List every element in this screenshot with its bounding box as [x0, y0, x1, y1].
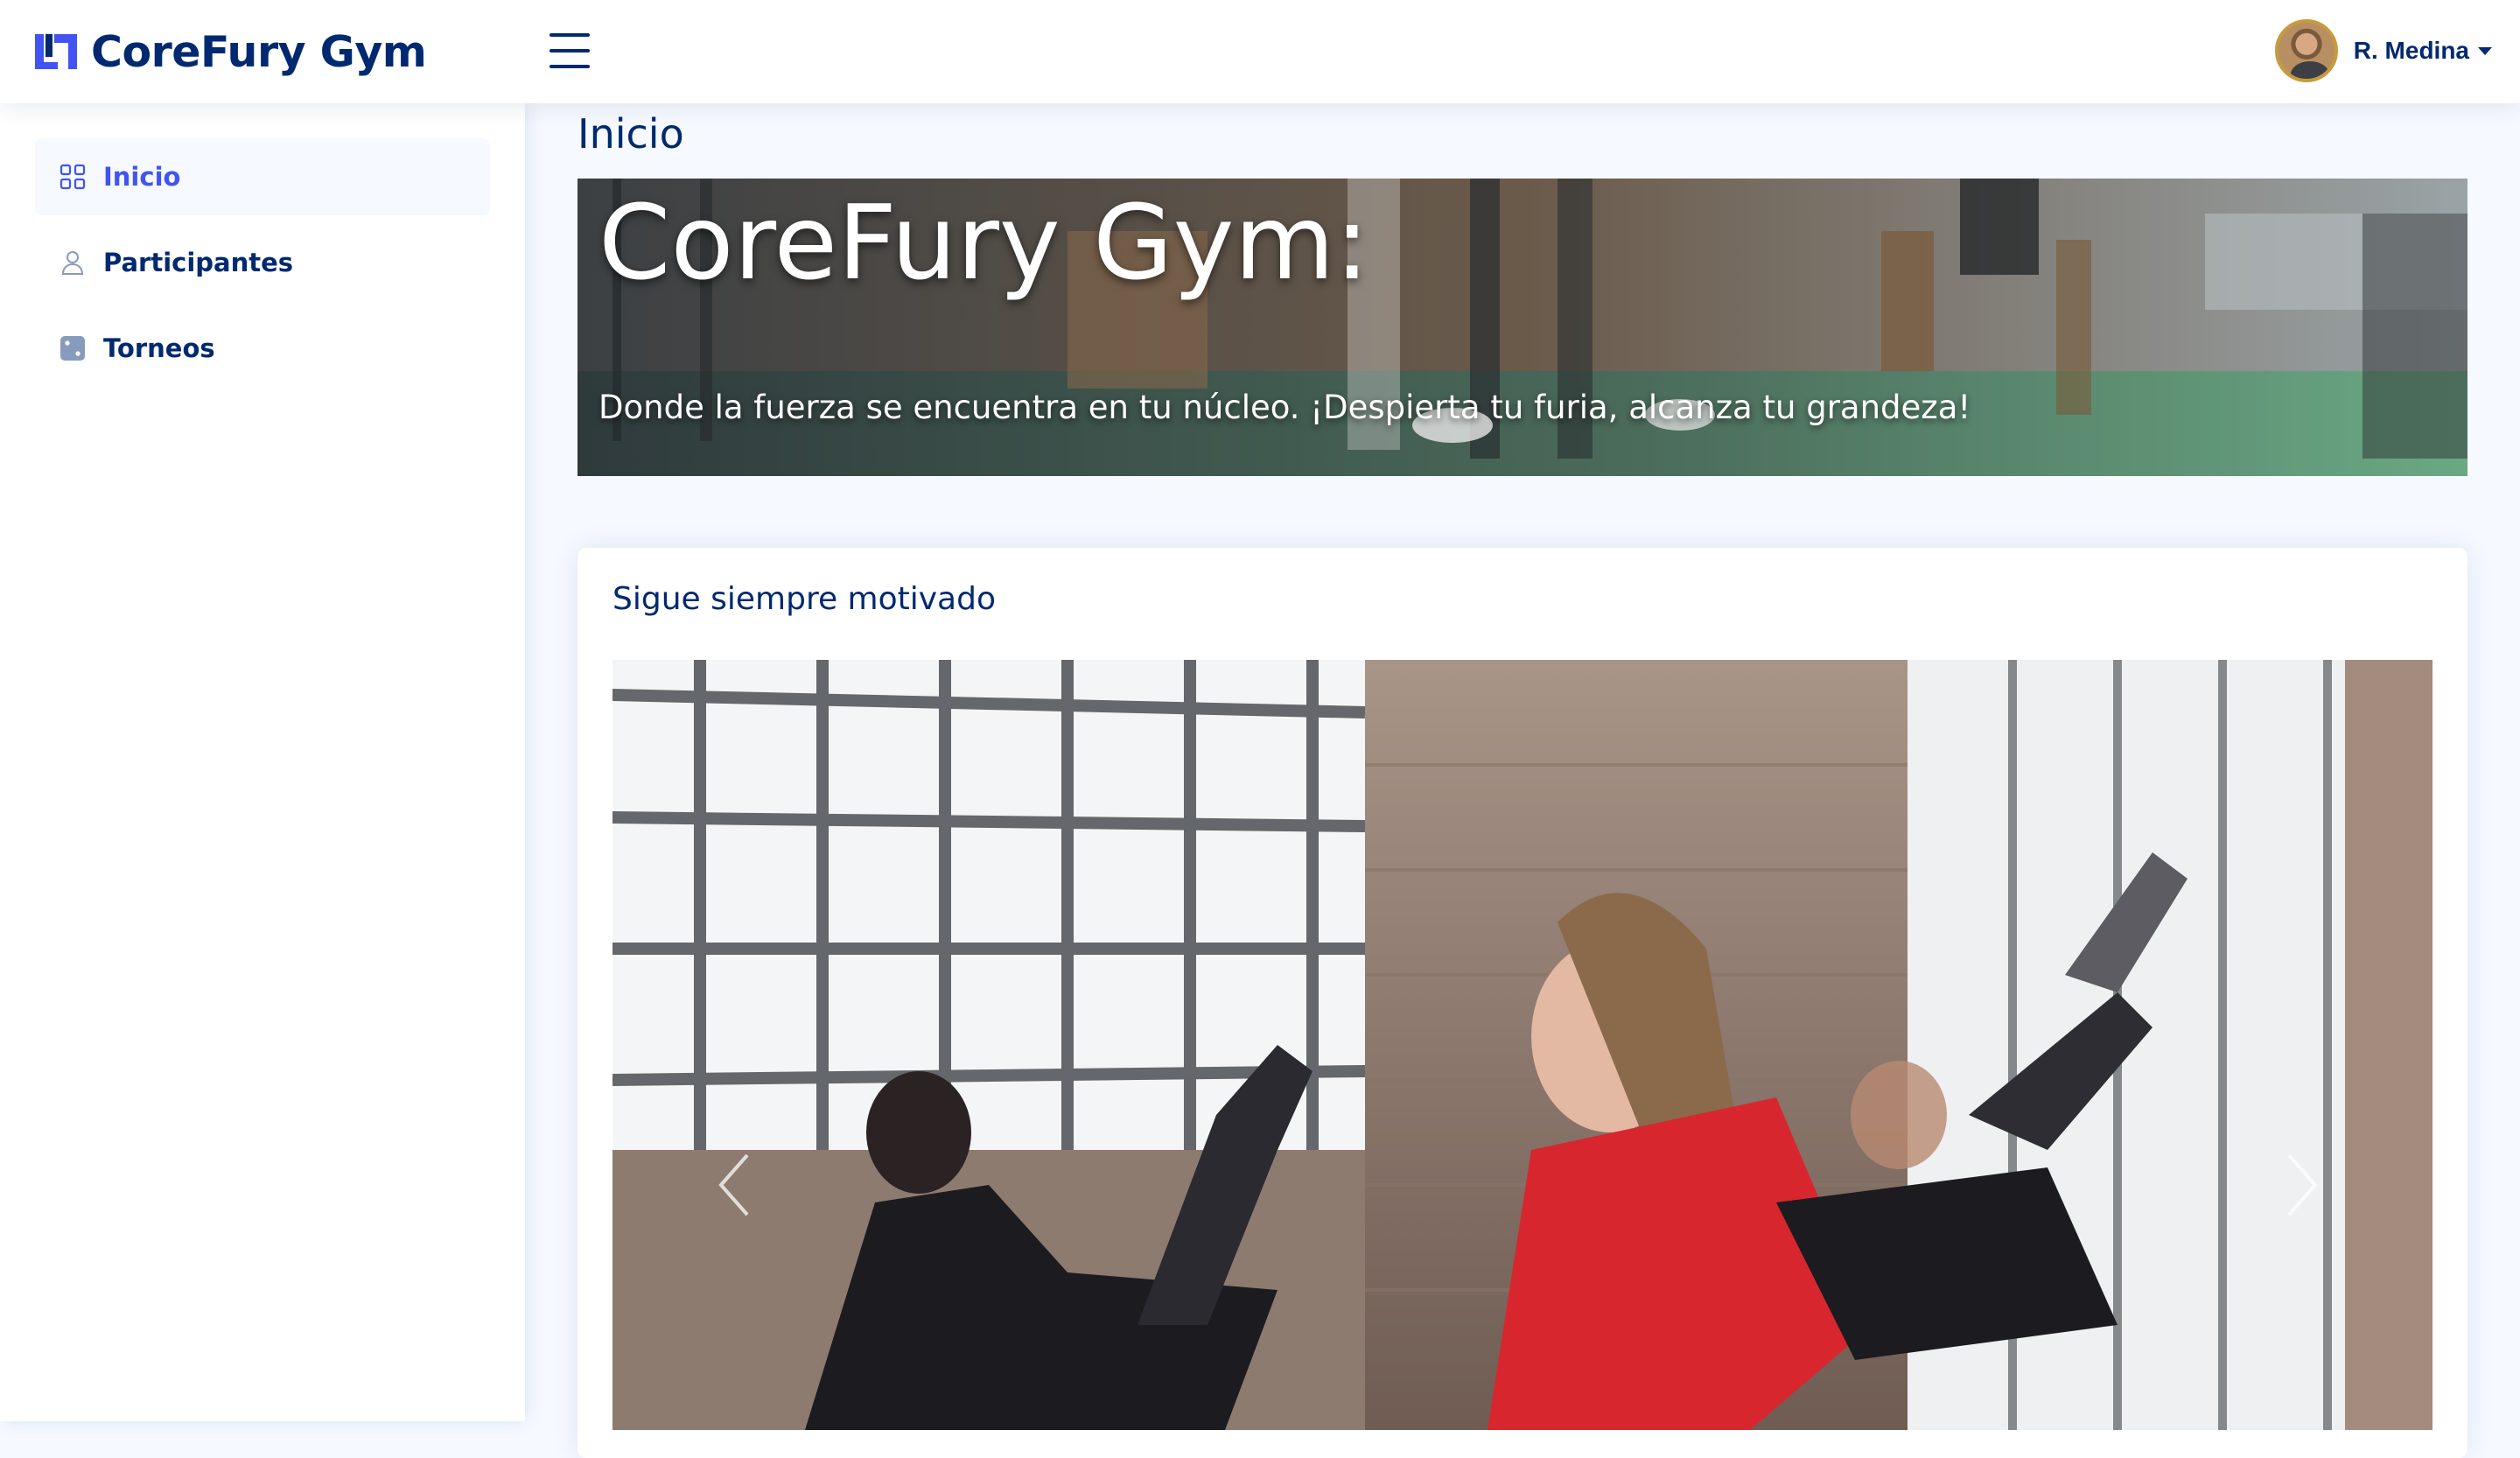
sidebar-item-torneos[interactable]: Torneos [35, 310, 490, 387]
main-content: Inicio CoreFury Gym: Donde la fuerza se … [525, 103, 2520, 1458]
hamburger-menu-icon[interactable] [550, 33, 590, 68]
card-title: Sigue siempre motivado [612, 581, 996, 617]
dice-icon [60, 336, 85, 361]
carousel-next-button[interactable] [2275, 1150, 2328, 1220]
motivation-card: Sigue siempre motivado [578, 548, 2468, 1458]
person-icon [61, 251, 84, 275]
sidebar-item-label: Torneos [103, 333, 215, 363]
image-carousel [612, 660, 2432, 1430]
banner-subtitle: Donde la fuerza se encuentra en tu núcle… [598, 389, 1971, 426]
avatar [2274, 19, 2338, 82]
sidebar-item-label: Participantes [103, 248, 294, 277]
chevron-right-icon [2287, 1153, 2318, 1216]
grid-icon [60, 164, 86, 190]
sidebar-item-participantes[interactable]: Participantes [35, 224, 490, 301]
user-profile-dropdown[interactable]: R. Medina [2274, 18, 2492, 84]
page-title: Inicio [578, 110, 684, 158]
hero-banner: CoreFury Gym: Donde la fuerza se encuent… [578, 179, 2468, 476]
carousel-photo [612, 660, 2432, 1430]
top-header: CoreFury Gym R. Medina [0, 0, 2520, 103]
brand-name: CoreFury Gym [91, 26, 427, 77]
sidebar-item-label: Inicio [103, 162, 181, 192]
sidebar: Inicio Participantes Torneos [0, 103, 525, 1421]
user-name: R. Medina [2353, 37, 2469, 64]
chevron-left-icon [718, 1153, 749, 1216]
carousel-prev-button[interactable] [709, 1150, 761, 1220]
banner-title: CoreFury Gym: [598, 182, 1370, 303]
caret-down-icon [2478, 46, 2492, 55]
logo-icon [35, 34, 77, 69]
brand-logo[interactable]: CoreFury Gym [33, 26, 427, 77]
sidebar-item-inicio[interactable]: Inicio [35, 138, 490, 215]
